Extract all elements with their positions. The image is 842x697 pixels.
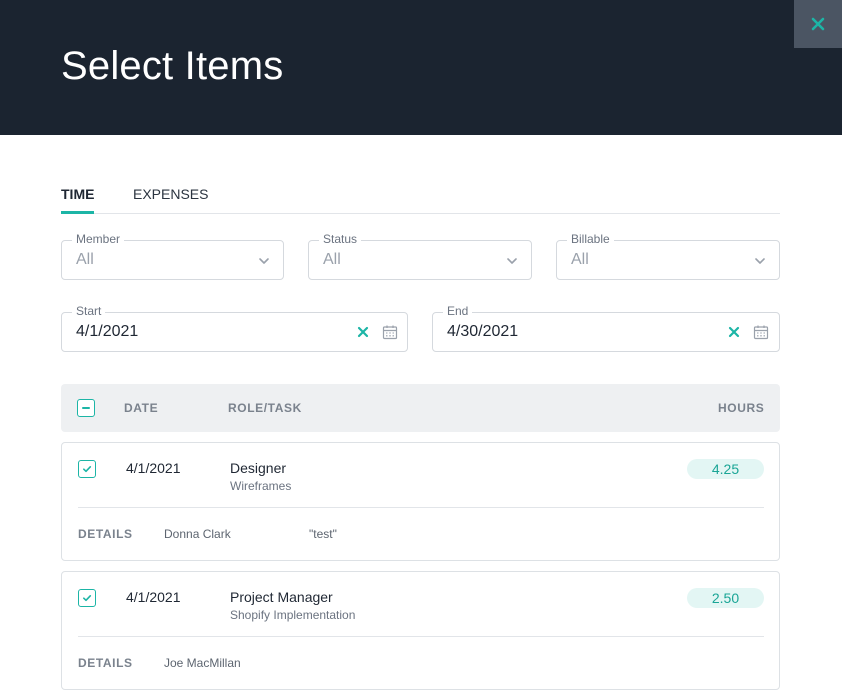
member-label: Member bbox=[72, 232, 125, 246]
table-row: 4/1/2021 Project Manager Shopify Impleme… bbox=[61, 571, 780, 690]
end-date-value: 4/30/2021 bbox=[447, 323, 519, 340]
chevron-down-icon bbox=[507, 258, 517, 264]
table-row: 4/1/2021 Designer Wireframes 4.25 DETAIL… bbox=[61, 442, 780, 561]
calendar-icon[interactable] bbox=[382, 324, 398, 340]
minus-icon bbox=[82, 407, 90, 409]
billable-select[interactable]: Billable All bbox=[556, 232, 780, 280]
row-task: Wireframes bbox=[230, 479, 292, 493]
modal-title: Select Items bbox=[61, 44, 284, 88]
tab-bar: TIME EXPENSES bbox=[61, 176, 780, 214]
details-label: DETAILS bbox=[78, 527, 133, 541]
status-value: All bbox=[323, 251, 341, 268]
column-header-date[interactable]: DATE bbox=[124, 401, 158, 415]
row-role: Project Manager bbox=[230, 589, 333, 605]
active-tab-indicator bbox=[61, 211, 94, 214]
close-button[interactable] bbox=[794, 0, 842, 48]
close-icon bbox=[811, 17, 825, 31]
row-date: 4/1/2021 bbox=[126, 460, 181, 476]
table-header: DATE ROLE/TASK HOURS bbox=[61, 384, 780, 432]
end-label: End bbox=[443, 304, 473, 318]
tab-time[interactable]: TIME bbox=[61, 186, 94, 202]
row-member: Donna Clark bbox=[164, 527, 231, 541]
row-note: "test" bbox=[309, 527, 337, 541]
end-date-field[interactable]: End 4/30/2021 bbox=[432, 304, 780, 352]
check-icon bbox=[83, 595, 92, 602]
calendar-icon[interactable] bbox=[753, 324, 769, 340]
start-date-value: 4/1/2021 bbox=[76, 323, 139, 340]
status-label: Status bbox=[319, 232, 362, 246]
billable-value: All bbox=[571, 251, 589, 268]
clear-icon[interactable] bbox=[727, 325, 741, 339]
start-label: Start bbox=[72, 304, 106, 318]
row-divider bbox=[78, 636, 764, 637]
column-header-hours[interactable]: HOURS bbox=[718, 401, 764, 415]
details-label: DETAILS bbox=[78, 656, 133, 670]
select-all-checkbox[interactable] bbox=[77, 399, 95, 417]
tab-expenses[interactable]: EXPENSES bbox=[133, 186, 208, 202]
billable-label: Billable bbox=[567, 232, 614, 246]
row-member: Joe MacMillan bbox=[164, 656, 241, 670]
start-date-field[interactable]: Start 4/1/2021 bbox=[61, 304, 408, 352]
chevron-down-icon bbox=[259, 258, 269, 264]
column-header-role-task[interactable]: ROLE/TASK bbox=[228, 401, 302, 415]
row-date: 4/1/2021 bbox=[126, 589, 181, 605]
row-role: Designer bbox=[230, 460, 287, 476]
status-select[interactable]: Status All bbox=[308, 232, 532, 280]
chevron-down-icon bbox=[755, 258, 765, 264]
row-task: Shopify Implementation bbox=[230, 608, 356, 622]
member-value: All bbox=[76, 251, 94, 268]
member-select[interactable]: Member All bbox=[61, 232, 284, 280]
row-checkbox[interactable] bbox=[78, 460, 96, 478]
row-hours-badge: 2.50 bbox=[687, 588, 764, 608]
modal-header: Select Items bbox=[0, 0, 842, 135]
row-hours-badge: 4.25 bbox=[687, 459, 764, 479]
check-icon bbox=[83, 466, 92, 473]
row-checkbox[interactable] bbox=[78, 589, 96, 607]
row-divider bbox=[78, 507, 764, 508]
clear-icon[interactable] bbox=[356, 325, 370, 339]
